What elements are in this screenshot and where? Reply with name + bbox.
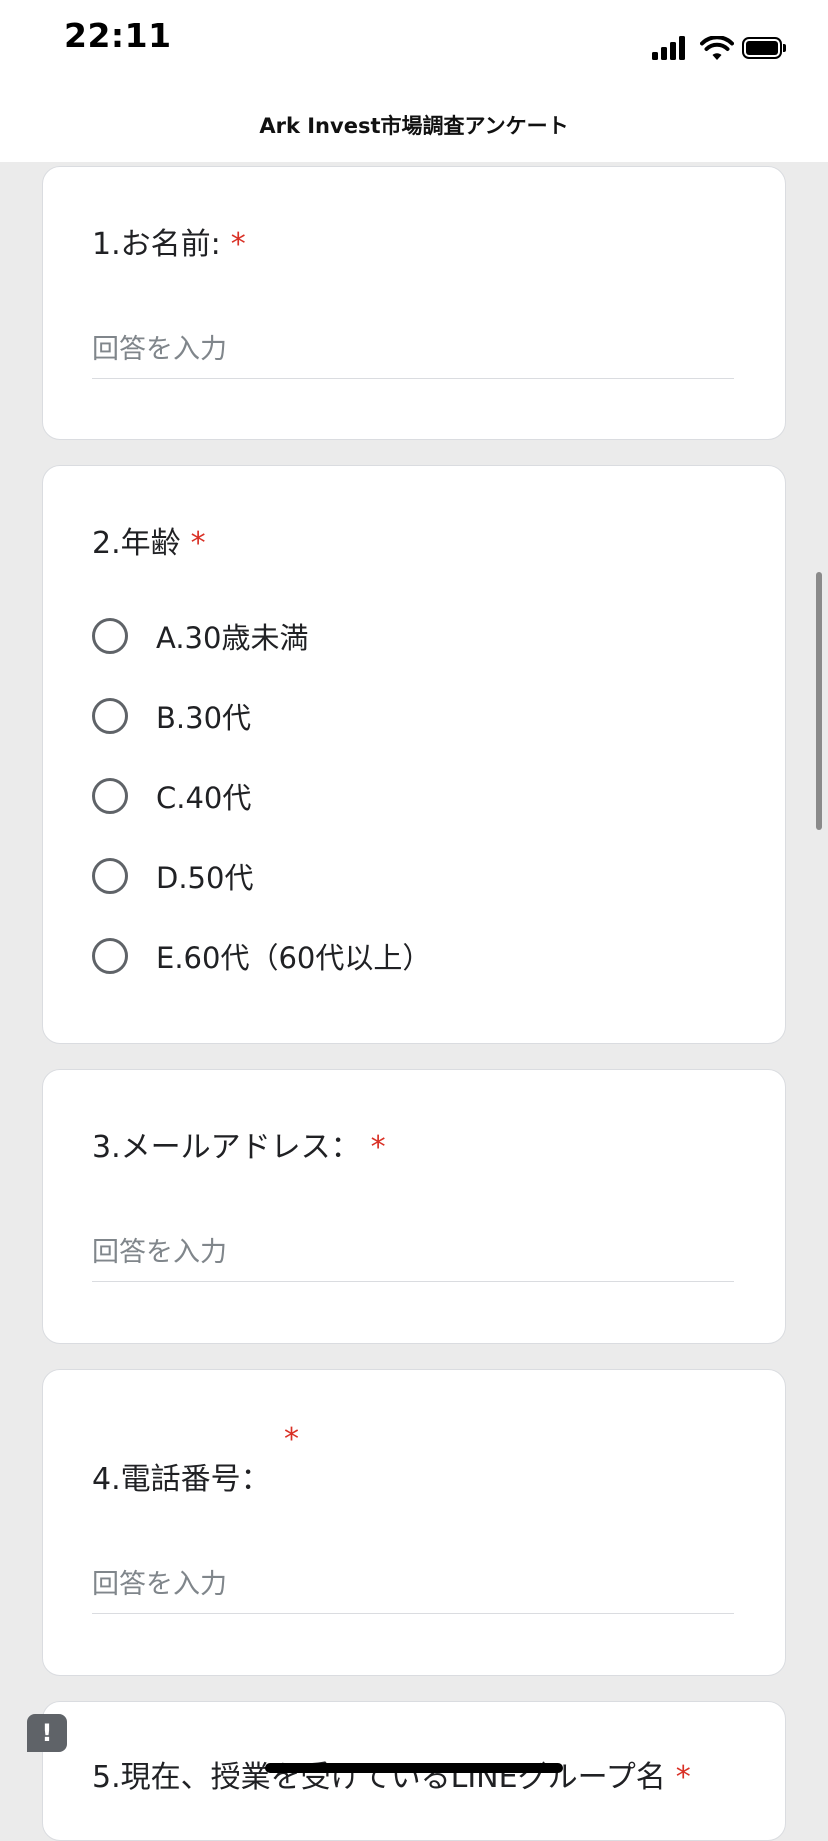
- battery-icon: [742, 37, 788, 61]
- question-title: 5.現在、授業を受けているLINEグループ名 *: [92, 1752, 691, 1796]
- required-asterisk: *: [190, 526, 206, 561]
- option-label: D.50代: [156, 861, 254, 895]
- required-asterisk: *: [370, 1130, 386, 1165]
- question-card-name: 1.お名前: * 回答を入力: [42, 166, 786, 440]
- age-option-d[interactable]: D.50代: [92, 854, 253, 898]
- radio-button[interactable]: [92, 938, 128, 974]
- required-asterisk: *: [675, 1760, 691, 1795]
- question-card-email: 3.メールアドレス： * 回答を入力: [42, 1069, 786, 1344]
- question-title: 4.電話番号：: [92, 1454, 271, 1498]
- radio-button[interactable]: [92, 858, 128, 894]
- status-time: 22:11: [64, 16, 172, 55]
- required-asterisk: *: [230, 227, 246, 262]
- question-card-age: 2.年齢 * A.30歳未満 B.30代 C.40代 D.50代 E.60代（60…: [42, 465, 786, 1044]
- cellular-signal-icon: [652, 36, 690, 60]
- wifi-icon: [700, 36, 734, 60]
- radio-button[interactable]: [92, 778, 128, 814]
- name-input[interactable]: 回答を入力: [92, 327, 734, 379]
- radio-button[interactable]: [92, 618, 128, 654]
- required-asterisk: *: [284, 1422, 299, 1457]
- question-title-text: 3.メールアドレス：: [92, 1130, 361, 1165]
- option-label: A.30歳未満: [156, 621, 309, 655]
- option-label: B.30代: [156, 701, 252, 735]
- age-option-e[interactable]: E.60代（60代以上）: [92, 934, 431, 978]
- email-input[interactable]: 回答を入力: [92, 1230, 734, 1282]
- question-card-phone: * 4.電話番号： 回答を入力: [42, 1369, 786, 1676]
- question-title-text: 4.電話番号：: [92, 1462, 271, 1497]
- question-title: 3.メールアドレス： *: [92, 1122, 386, 1166]
- feedback-icon[interactable]: !: [27, 1714, 67, 1752]
- option-label: C.40代: [156, 781, 252, 815]
- age-option-c[interactable]: C.40代: [92, 774, 251, 818]
- option-label: E.60代（60代以上）: [156, 941, 432, 975]
- question-title-text: 2.年齢: [92, 526, 181, 561]
- radio-button[interactable]: [92, 698, 128, 734]
- top-bar: 22:11 Ark Invest市場調査アンケート: [0, 0, 828, 162]
- page-title: Ark Invest市場調査アンケート: [259, 114, 569, 138]
- phone-input[interactable]: 回答を入力: [92, 1562, 734, 1614]
- question-title: 2.年齢 *: [92, 518, 206, 562]
- home-indicator[interactable]: [265, 1763, 563, 1773]
- age-option-b[interactable]: B.30代: [92, 694, 251, 738]
- question-title: 1.お名前: *: [92, 219, 246, 263]
- age-option-a[interactable]: A.30歳未満: [92, 614, 308, 658]
- scrollbar[interactable]: [816, 572, 822, 830]
- question-title-text: 1.お名前:: [92, 227, 221, 262]
